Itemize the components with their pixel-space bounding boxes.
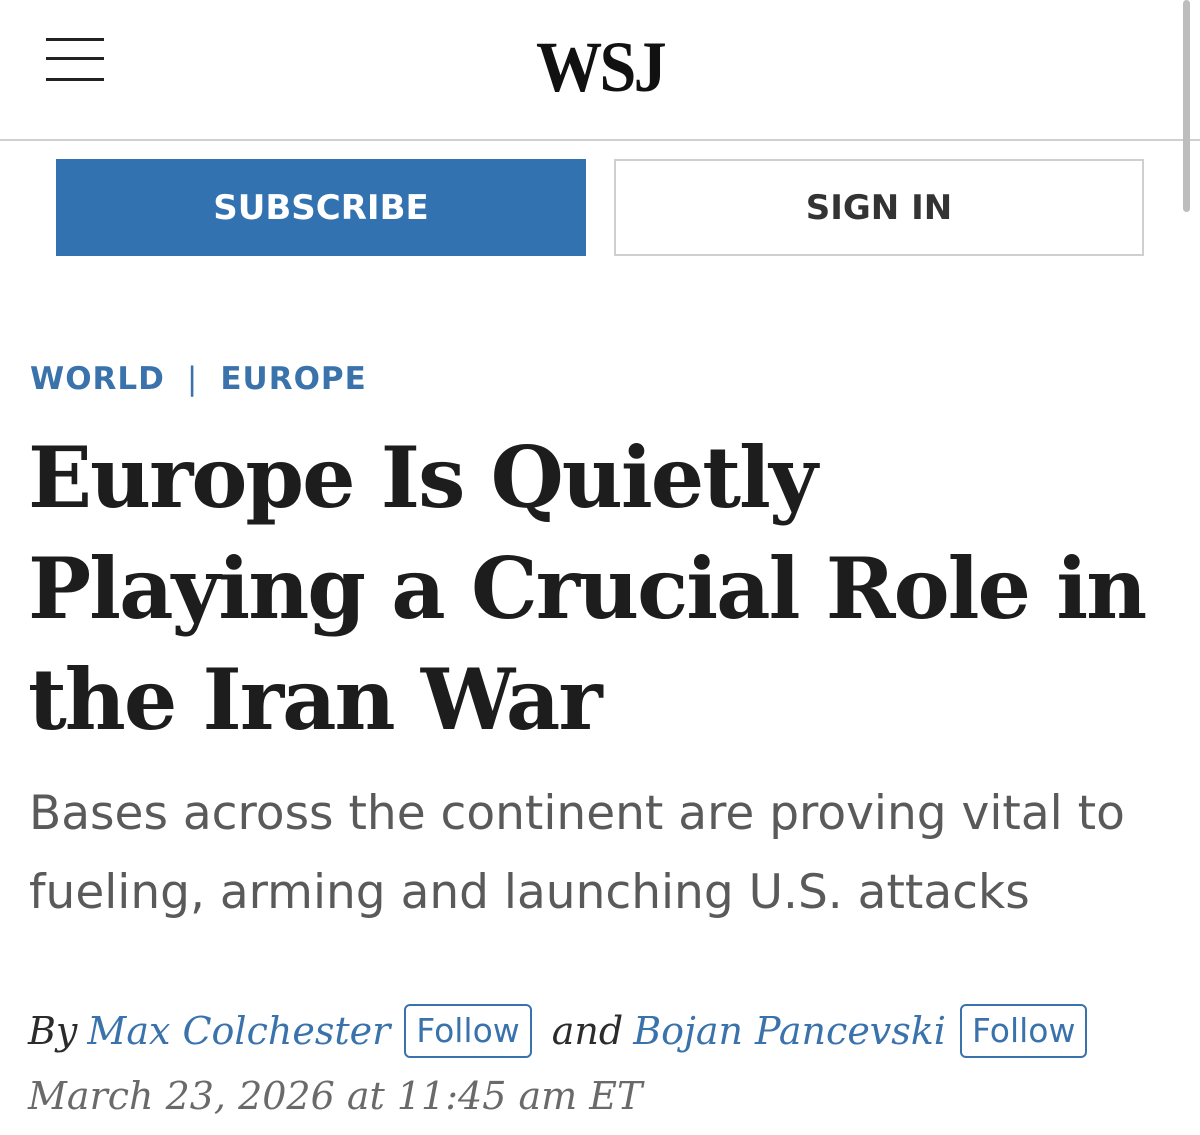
breadcrumb-world-link[interactable]: WORLD (30, 361, 165, 397)
hamburger-menu-icon[interactable] (46, 36, 104, 84)
breadcrumb-separator: | (186, 361, 199, 397)
author-link-max-colchester[interactable]: Max Colchester (87, 1009, 390, 1053)
breadcrumb: WORLD | EUROPE (30, 356, 367, 402)
menu-bar (46, 78, 104, 81)
byline-conjunction: and (551, 1009, 624, 1053)
article-dek: Bases across the continent are proving v… (29, 786, 1125, 920)
breadcrumb-europe-link[interactable]: EUROPE (220, 361, 366, 397)
byline: By Max Colchester Follow and Bojan Pance… (28, 1003, 1088, 1059)
follow-button-author2[interactable]: Follow (959, 1004, 1088, 1058)
menu-bar (46, 38, 104, 41)
scrollbar[interactable] (1183, 0, 1190, 212)
menu-bar (46, 57, 104, 60)
author-link-bojan-pancevski[interactable]: Bojan Pancevski (633, 1009, 946, 1053)
article-headline: Europe Is Quietly Playing a Crucial Role… (28, 428, 1147, 749)
follow-button-author1[interactable]: Follow (404, 1004, 532, 1058)
subscribe-button[interactable]: SUBSCRIBE (56, 159, 586, 256)
site-header: WSJ (0, 0, 1200, 141)
sign-in-button[interactable]: SIGN IN (614, 159, 1144, 256)
wsj-logo[interactable]: WSJ (508, 22, 692, 112)
byline-prefix: By (28, 1009, 78, 1053)
publish-timestamp: March 23, 2026 at 11:45 am ET (28, 1074, 643, 1118)
